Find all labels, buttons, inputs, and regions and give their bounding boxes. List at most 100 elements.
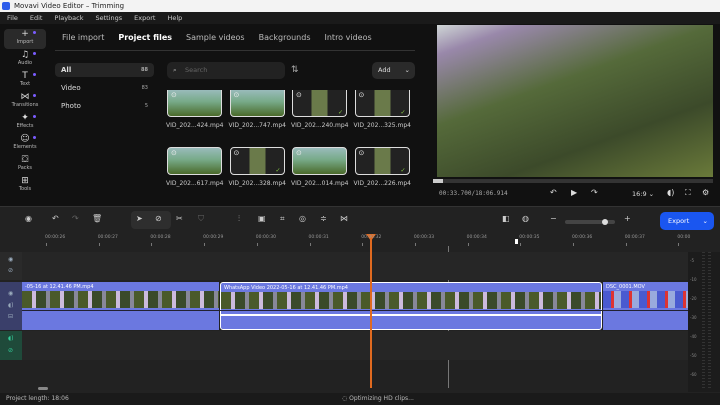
audio-icon[interactable]: ◧ xyxy=(502,214,510,223)
sidebar-item-label: Packs xyxy=(17,165,33,171)
video-preview[interactable] xyxy=(437,25,713,177)
sidebar-item-transitions[interactable]: ⋈ Transitions xyxy=(4,92,46,112)
record-icon[interactable]: ◉ xyxy=(25,214,32,223)
sidebar-item-audio[interactable]: ♫ Audio xyxy=(4,50,46,70)
file-thumbnail[interactable]: ⊙ ✓ xyxy=(354,90,410,117)
playhead[interactable] xyxy=(370,236,372,388)
crop-icon[interactable]: ⌗ xyxy=(280,214,285,224)
file-name[interactable]: VID_202...226.mp4 xyxy=(354,180,416,187)
sidebar-item-elements[interactable]: ☺ Elements xyxy=(4,134,46,154)
menu-settings[interactable]: Settings xyxy=(96,12,123,24)
video-clip[interactable]: DSC_0001.MOV xyxy=(603,282,688,330)
file-thumbnail[interactable]: ⊙ xyxy=(167,90,222,117)
tab-project-files[interactable]: Project files xyxy=(118,33,172,42)
volume-line[interactable] xyxy=(221,314,601,316)
tab-intro-videos[interactable]: Intro videos xyxy=(325,33,372,42)
settings-icon[interactable]: ⚙ xyxy=(702,188,709,197)
category-all[interactable]: All 88 xyxy=(55,63,154,77)
forward-icon[interactable]: ↷ xyxy=(591,188,598,197)
playback-progress[interactable] xyxy=(433,179,713,183)
search-input[interactable]: ⌕ Search xyxy=(167,62,285,79)
delete-icon[interactable]: 🗑 xyxy=(92,214,102,223)
file-name[interactable]: VID_202...617.mp4 xyxy=(166,180,228,187)
volume-icon[interactable]: ◖) xyxy=(667,188,674,197)
file-name[interactable]: VID_202...240.mp4 xyxy=(291,122,353,129)
pointer-icon[interactable]: ➤ xyxy=(136,214,143,223)
menu-playback[interactable]: Playback xyxy=(54,12,83,24)
zoom-slider-handle[interactable] xyxy=(602,219,608,225)
sidebar-item-text[interactable]: T Text xyxy=(4,71,46,91)
file-thumbnail[interactable]: ⊙ ✓ xyxy=(229,147,285,175)
sidebar-item-packs[interactable]: ⛋ Packs xyxy=(4,155,46,175)
zoom-slider[interactable] xyxy=(565,219,615,225)
cut-icon[interactable]: ✂ xyxy=(176,214,183,223)
rewind-icon[interactable]: ↶ xyxy=(550,188,557,197)
link-icon[interactable]: ⊘ xyxy=(8,267,13,274)
undo-icon[interactable]: ↶ xyxy=(52,214,59,223)
zoom-in-icon[interactable]: + xyxy=(624,214,631,223)
clip-frames xyxy=(603,291,688,308)
file-name[interactable]: VID_202...328.mp4 xyxy=(229,180,291,187)
marker-icon[interactable]: ◍ xyxy=(522,214,529,223)
file-name[interactable]: VID_202...747.mp4 xyxy=(229,122,291,129)
horizontal-scrollbar[interactable] xyxy=(38,387,48,390)
file-thumbnail[interactable]: ⊙ ✓ xyxy=(292,90,347,117)
sidebar-item-import[interactable]: + Import xyxy=(4,29,46,49)
redo-icon[interactable]: ↷ xyxy=(72,214,79,223)
selected-video-clip[interactable]: WhatsApp Video 2022-05-16 at 12.41.46 PM… xyxy=(220,282,602,330)
ruler-tick-label: 00:00:27 xyxy=(97,235,118,240)
speed-icon[interactable]: ◎ xyxy=(299,214,306,223)
file-name[interactable]: VID_202...014.mp4 xyxy=(291,180,353,187)
file-thumbnail[interactable]: ⊙ xyxy=(167,147,222,175)
eye-icon[interactable]: ◉ xyxy=(8,290,13,297)
marker[interactable] xyxy=(515,239,518,244)
shield-icon[interactable]: ⛉ xyxy=(198,214,204,224)
menu-help[interactable]: Help xyxy=(167,12,182,24)
file-thumbnail[interactable]: ⊙ xyxy=(229,90,285,117)
ruler-tick-label: 00:00:28 xyxy=(150,235,171,240)
play-circle-icon: ⊙ xyxy=(296,149,302,157)
menu-file[interactable]: File xyxy=(7,12,18,24)
meter-label: -5 xyxy=(690,258,694,263)
file-thumbnail[interactable]: ⊙ xyxy=(292,147,347,175)
export-button[interactable]: Export ⌄ xyxy=(660,212,714,230)
audio-split-icon[interactable]: ⫶ xyxy=(238,214,240,224)
packs-icon: ⛋ xyxy=(21,155,29,165)
link-icon[interactable]: ⊘ xyxy=(8,347,13,354)
lock-icon[interactable]: ⊟ xyxy=(8,313,13,320)
menu-export[interactable]: Export xyxy=(134,12,155,24)
adjust-icon[interactable]: ≑ xyxy=(320,214,327,223)
tab-backgrounds[interactable]: Backgrounds xyxy=(259,33,311,42)
sidebar-item-tools[interactable]: ⊞ Tools xyxy=(4,176,46,196)
add-button[interactable]: Add ⌄ xyxy=(372,62,415,79)
menu-edit[interactable]: Edit xyxy=(30,12,43,24)
chevron-down-icon[interactable]: ⌄ xyxy=(405,62,410,79)
tab-sample-videos[interactable]: Sample videos xyxy=(186,33,245,42)
blade-icon[interactable]: ⊘ xyxy=(155,214,162,223)
progress-handle[interactable] xyxy=(433,179,444,183)
chevron-down-icon[interactable]: ⌄ xyxy=(703,212,708,230)
sidebar-item-effects[interactable]: ✦ Effects xyxy=(4,113,46,133)
volume-icon[interactable]: ◖) xyxy=(8,335,14,342)
play-icon[interactable]: ▶ xyxy=(571,188,577,197)
caption-icon[interactable]: ▣ xyxy=(258,214,266,223)
category-photo[interactable]: Photo 5 xyxy=(55,99,154,113)
zoom-out-icon[interactable]: − xyxy=(550,214,557,223)
tab-file-import[interactable]: File import xyxy=(62,33,104,42)
clip-name: WhatsApp Video 2022-05-16 at 12.41.46 PM… xyxy=(224,285,348,291)
fullscreen-icon[interactable]: ⛶ xyxy=(685,188,691,198)
video-clip[interactable]: -05-16 at 12.41.46 PM.mp4 xyxy=(22,282,219,330)
volume-icon[interactable]: ◖) xyxy=(8,302,14,309)
sort-icon[interactable]: ⇅ xyxy=(291,65,299,75)
eye-icon[interactable]: ◉ xyxy=(8,256,13,263)
ruler-tick xyxy=(98,243,100,246)
transition-icon[interactable]: ⋈ xyxy=(340,214,348,223)
file-name[interactable]: VID_202...325.mp4 xyxy=(354,122,416,129)
clip-frames xyxy=(22,291,219,308)
file-thumbnail[interactable]: ⊙ ✓ xyxy=(354,147,410,175)
aspect-select[interactable]: 16:9 ⌄ xyxy=(632,190,654,198)
new-dot xyxy=(33,73,36,76)
category-video[interactable]: Video 83 xyxy=(55,81,154,95)
new-dot xyxy=(33,136,36,139)
file-name[interactable]: VID_202...424.mp4 xyxy=(166,122,228,129)
